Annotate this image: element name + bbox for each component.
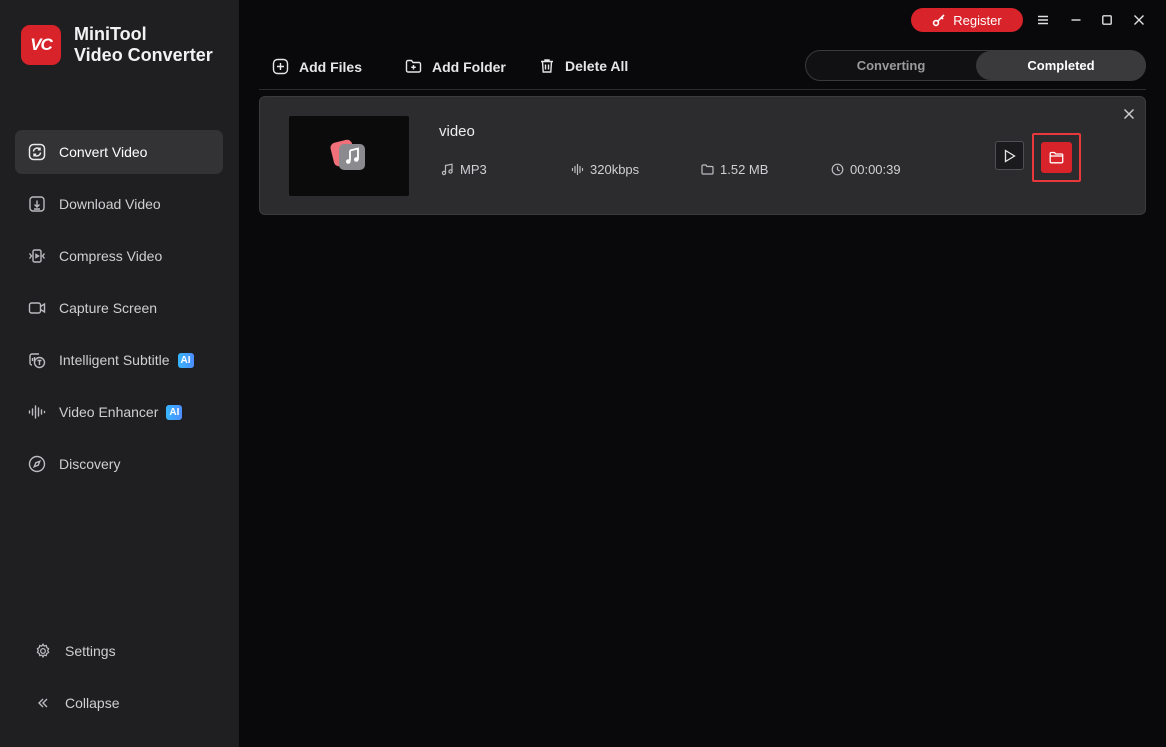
minimize-icon xyxy=(1071,19,1081,21)
delete-all-label: Delete All xyxy=(565,58,629,74)
file-thumbnail xyxy=(289,116,409,196)
collapse-button[interactable]: Collapse xyxy=(34,694,119,712)
clock-icon xyxy=(831,163,844,176)
ai-badge: AI xyxy=(166,404,183,420)
delete-all-button[interactable]: Delete All xyxy=(539,58,628,74)
register-label: Register xyxy=(953,12,1002,28)
tab-converting[interactable]: Converting xyxy=(806,51,976,80)
sidebar-item-compress-video[interactable]: Compress Video xyxy=(15,234,223,278)
sidebar-item-label: Compress Video xyxy=(59,248,163,264)
duration-value: 00:00:39 xyxy=(850,162,901,177)
sidebar-item-video-enhancer[interactable]: Video Enhancer AI xyxy=(15,390,223,434)
collapse-label: Collapse xyxy=(65,695,120,711)
maximize-icon xyxy=(1102,15,1112,25)
file-name: video xyxy=(439,123,475,140)
add-files-label: Add Files xyxy=(299,58,363,75)
app-title-line1: MiniTool xyxy=(74,24,147,44)
gear-icon xyxy=(34,642,52,660)
convert-icon xyxy=(26,141,48,163)
remove-file-button[interactable] xyxy=(1122,107,1136,121)
file-card: video MP3 320kbps 1.52 MB 00:00:39 xyxy=(259,96,1146,215)
app-title-line2: Video Converter xyxy=(74,45,213,65)
menu-button[interactable] xyxy=(1034,11,1052,29)
play-icon xyxy=(1004,148,1016,163)
maximize-button[interactable] xyxy=(1098,11,1116,29)
sidebar-item-label: Convert Video xyxy=(59,144,148,160)
music-note-icon xyxy=(441,163,454,176)
compass-icon xyxy=(26,453,48,475)
folder-icon xyxy=(1049,151,1064,164)
status-tabs: Converting Completed xyxy=(805,50,1146,81)
register-button[interactable]: Register xyxy=(911,8,1023,32)
file-size: 1.52 MB xyxy=(701,162,768,177)
sidebar-nav: Convert Video Download Video Compress Vi… xyxy=(15,130,223,494)
file-duration: 00:00:39 xyxy=(831,162,901,177)
sidebar-item-convert-video[interactable]: Convert Video xyxy=(15,130,223,174)
trash-icon xyxy=(539,58,555,74)
sidebar-item-capture-screen[interactable]: Capture Screen xyxy=(15,286,223,330)
folder-icon xyxy=(701,163,714,176)
settings-label: Settings xyxy=(65,643,116,659)
sidebar: VC MiniTool Video Converter Convert Vide… xyxy=(0,0,239,747)
add-folder-button[interactable]: Add Folder xyxy=(405,58,506,75)
add-files-button[interactable]: Add Files xyxy=(272,58,362,75)
sidebar-item-label: Video Enhancer xyxy=(59,404,159,420)
close-button[interactable] xyxy=(1130,11,1148,29)
sidebar-item-discovery[interactable]: Discovery xyxy=(15,442,223,486)
folder-plus-icon xyxy=(405,58,422,75)
app-title: MiniTool Video Converter xyxy=(74,24,213,66)
settings-button[interactable]: Settings xyxy=(34,642,116,660)
logo-mark: VC xyxy=(21,25,61,65)
sidebar-item-label: Intelligent Subtitle xyxy=(59,352,170,368)
close-icon xyxy=(1134,15,1144,25)
file-bitrate: 320kbps xyxy=(571,162,639,177)
open-folder-button[interactable] xyxy=(1041,142,1072,173)
sidebar-item-label: Download Video xyxy=(59,196,161,212)
double-chevron-left-icon xyxy=(34,694,52,712)
toolbar-divider xyxy=(259,89,1146,90)
sidebar-item-label: Capture Screen xyxy=(59,300,158,316)
enhancer-icon xyxy=(26,401,48,423)
format-value: MP3 xyxy=(460,162,487,177)
download-icon xyxy=(26,193,48,215)
file-format: MP3 xyxy=(441,162,487,177)
key-icon xyxy=(933,14,945,27)
subtitle-icon xyxy=(26,349,48,371)
compress-icon xyxy=(26,245,48,267)
music-file-icon xyxy=(330,139,365,170)
sidebar-item-download-video[interactable]: Download Video xyxy=(15,182,223,226)
size-value: 1.52 MB xyxy=(720,162,769,177)
minimize-button[interactable] xyxy=(1067,11,1085,29)
sidebar-item-intelligent-subtitle[interactable]: Intelligent Subtitle AI xyxy=(15,338,223,382)
audio-wave-icon xyxy=(571,163,584,176)
bitrate-value: 320kbps xyxy=(590,162,640,177)
close-icon xyxy=(1124,109,1134,119)
camera-icon xyxy=(26,297,48,319)
add-folder-label: Add Folder xyxy=(432,58,506,75)
app-logo: VC MiniTool Video Converter xyxy=(21,24,213,66)
ai-badge: AI xyxy=(177,352,194,368)
hamburger-icon xyxy=(1038,15,1048,25)
open-folder-highlight xyxy=(1032,133,1081,182)
sidebar-item-label: Discovery xyxy=(59,456,121,472)
tab-completed[interactable]: Completed xyxy=(976,51,1146,80)
plus-circle-icon xyxy=(272,58,289,75)
play-button[interactable] xyxy=(995,141,1024,170)
